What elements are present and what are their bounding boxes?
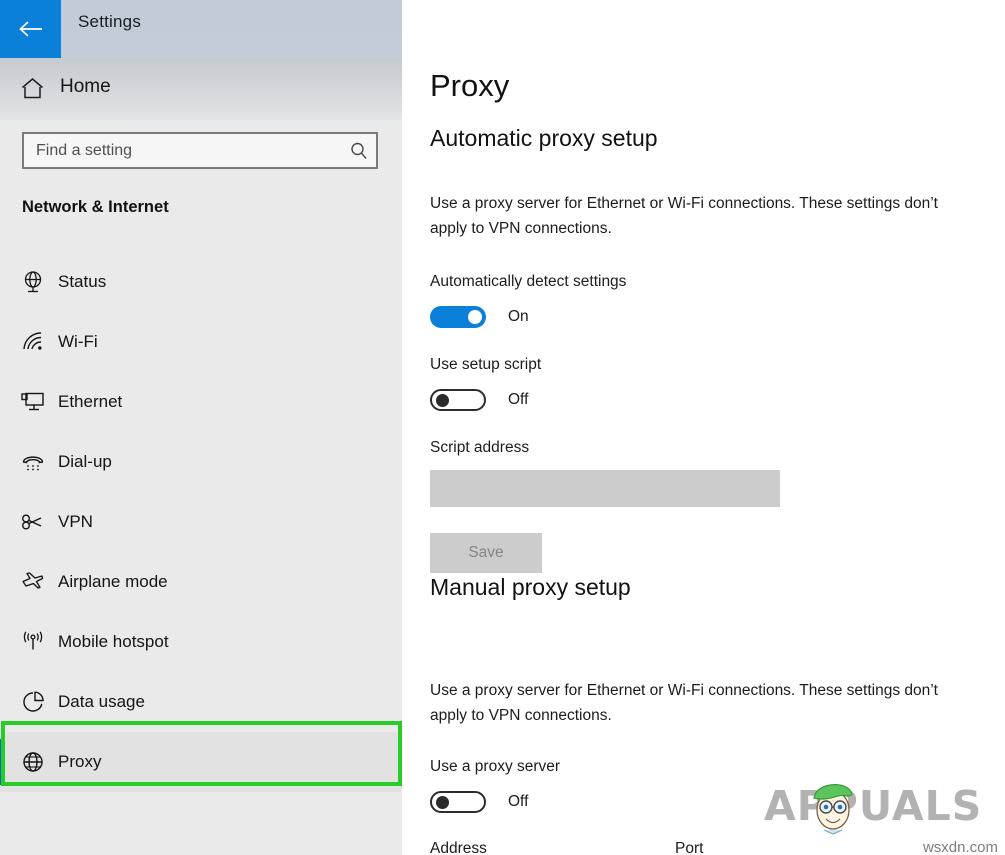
toggle-knob xyxy=(436,394,449,407)
back-button[interactable] xyxy=(0,0,61,58)
sidebar-item-mobile-hotspot[interactable]: Mobile hotspot xyxy=(0,612,402,672)
airplane-icon xyxy=(19,568,47,596)
use-proxy-toggle-row: Off xyxy=(430,791,528,813)
sidebar-item-airplane-mode[interactable]: Airplane mode xyxy=(0,552,402,612)
vpn-key-icon xyxy=(19,508,47,536)
use-proxy-state: Off xyxy=(508,793,529,810)
script-address-label: Script address xyxy=(430,439,530,456)
mascot-icon xyxy=(802,774,864,841)
sidebar-item-label: VPN xyxy=(58,512,93,531)
sidebar-item-home[interactable]: Home xyxy=(0,58,402,120)
appuals-watermark: APPUALS wsxdn.com xyxy=(754,768,1002,855)
sidebar-item-status[interactable]: Status xyxy=(0,252,402,312)
sidebar-item-label: Airplane mode xyxy=(58,572,168,591)
address-label: Address xyxy=(430,840,487,855)
sidebar-item-ethernet[interactable]: Ethernet xyxy=(0,372,402,432)
settings-window: Settings Home Network & Internet xyxy=(0,0,1005,855)
search-icon[interactable] xyxy=(342,141,376,161)
ethernet-icon xyxy=(19,388,47,416)
use-proxy-toggle[interactable] xyxy=(430,791,486,813)
sidebar-item-wifi[interactable]: Wi-Fi xyxy=(0,312,402,372)
selection-indicator xyxy=(0,739,5,785)
use-proxy-label: Use a proxy server xyxy=(430,758,561,775)
setup-script-state: Off xyxy=(508,391,529,408)
watermark-url: wsxdn.com xyxy=(922,839,998,855)
wifi-icon xyxy=(19,328,47,356)
search-input[interactable] xyxy=(24,141,342,160)
sidebar-item-dialup[interactable]: Dial-up xyxy=(0,432,402,492)
sidebar-item-label: Wi-Fi xyxy=(58,332,98,351)
automatic-proxy-heading: Automatic proxy setup xyxy=(430,125,658,151)
manual-proxy-description: Use a proxy server for Ethernet or Wi-Fi… xyxy=(430,682,938,724)
script-address-input[interactable] xyxy=(430,470,780,507)
auto-detect-label: Automatically detect settings xyxy=(430,273,627,290)
setup-script-toggle-row: Off xyxy=(430,389,528,411)
port-label: Port xyxy=(675,840,704,855)
back-arrow-icon xyxy=(18,19,44,39)
titlebar-right-filler xyxy=(402,0,1005,58)
window-title: Settings xyxy=(78,12,142,31)
auto-detect-toggle-row: On xyxy=(430,306,529,328)
toggle-knob xyxy=(436,796,449,809)
sidebar-item-label: Proxy xyxy=(58,752,102,771)
sidebar-item-label: Dial-up xyxy=(58,452,112,471)
sidebar-item-proxy[interactable]: Proxy xyxy=(0,732,402,792)
auto-detect-state: On xyxy=(508,308,529,325)
sidebar-nav: Status Wi-Fi Ethernet Dial-up VPN Airpla… xyxy=(0,252,402,792)
home-label: Home xyxy=(60,76,111,97)
sidebar-category-title: Network & Internet xyxy=(22,198,169,216)
hotspot-icon xyxy=(19,628,47,656)
home-icon xyxy=(20,77,45,105)
sidebar: Network & Internet Status xyxy=(0,120,402,855)
setup-script-toggle[interactable] xyxy=(430,389,486,411)
sidebar-item-vpn[interactable]: VPN xyxy=(0,492,402,552)
title-bar: Settings xyxy=(0,0,402,58)
dialup-phone-icon xyxy=(19,448,47,476)
sidebar-item-label: Status xyxy=(58,272,107,291)
save-button[interactable]: Save xyxy=(430,533,542,573)
toggle-knob xyxy=(468,310,482,324)
sidebar-item-data-usage[interactable]: Data usage xyxy=(0,672,402,732)
globe-monitor-icon xyxy=(19,268,47,296)
sidebar-item-label: Ethernet xyxy=(58,392,123,411)
automatic-proxy-description: Use a proxy server for Ethernet or Wi-Fi… xyxy=(430,195,938,237)
main-content: Proxy Automatic proxy setup Use a proxy … xyxy=(402,58,1005,855)
sidebar-item-label: Data usage xyxy=(58,692,145,711)
setup-script-label: Use setup script xyxy=(430,356,542,373)
watermark-brand: APPUALS xyxy=(764,782,983,830)
pie-chart-icon xyxy=(19,688,47,716)
page-title: Proxy xyxy=(430,68,510,103)
auto-detect-toggle[interactable] xyxy=(430,306,486,328)
sidebar-item-label: Mobile hotspot xyxy=(58,632,169,651)
manual-proxy-heading: Manual proxy setup xyxy=(430,574,631,600)
globe-icon xyxy=(19,748,47,776)
search-box[interactable] xyxy=(22,132,378,169)
